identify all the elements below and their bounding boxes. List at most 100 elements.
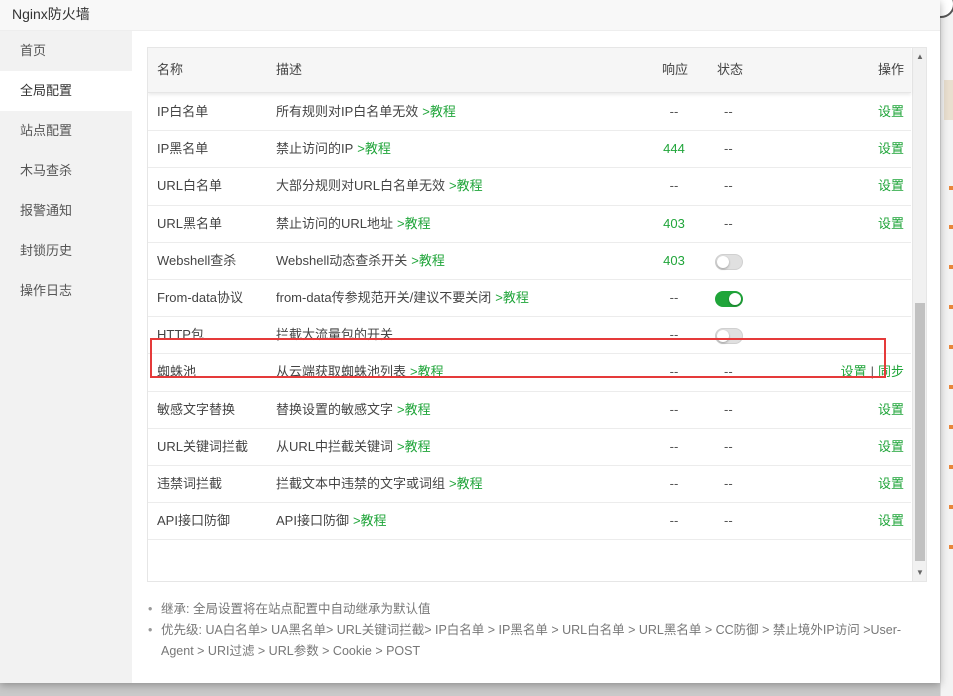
rule-description: 从URL中拦截关键词 >教程 (276, 429, 431, 465)
rule-description-text: API接口防御 (276, 513, 349, 529)
sidebar-item[interactable]: 封锁历史 (0, 231, 132, 271)
tutorial-link[interactable]: >教程 (449, 476, 483, 491)
sidebar-item[interactable]: 全局配置 (0, 71, 132, 111)
dialog-titlebar: Nginx防火墙 (0, 0, 940, 31)
table-row: 违禁词拦截 拦截文本中违禁的文字或词组 >教程 -- -- 设置 (148, 466, 911, 504)
rule-description: from-data传参规范开关/建议不要关闭 >教程 (276, 280, 529, 316)
sidebar-item[interactable]: 报警通知 (0, 191, 132, 231)
scrollbar-thumb[interactable] (915, 303, 925, 561)
settings-link[interactable]: 设置 (878, 513, 904, 528)
response-code: -- (669, 327, 679, 343)
rule-description-text: 拦截文本中违禁的文字或词组 (276, 475, 446, 491)
actions-cell: 设置 (878, 94, 904, 130)
table-row: URL白名单 大部分规则对URL白名单无效 >教程 -- -- 设置 (148, 168, 911, 206)
table-row: URL黑名单 禁止访问的URL地址 >教程 403 -- 设置 (148, 206, 911, 243)
tutorial-link[interactable]: >教程 (410, 364, 444, 379)
rule-description-text: 从URL中拦截关键词 (276, 438, 394, 454)
actions-cell: 设置 | 同步 (841, 354, 904, 390)
settings-link[interactable]: 设置 (878, 476, 904, 491)
header-actions: 操作 (877, 62, 904, 77)
table-scrollbar[interactable]: ▲ ▼ (912, 48, 926, 581)
note-item: 优先级: UA白名单> UA黑名单> URL关键词拦截> IP白名单 > IP黑… (147, 620, 927, 662)
tutorial-link[interactable]: >教程 (397, 216, 431, 231)
notes-section: 继承: 全局设置将在站点配置中自动继承为默认值优先级: UA白名单> UA黑名单… (147, 599, 927, 662)
status-toggle[interactable] (715, 253, 743, 270)
rule-name: 违禁词拦截 (157, 475, 223, 491)
header-status: 状态 (717, 62, 744, 77)
response-code: -- (669, 438, 679, 454)
table-row: API接口防御 API接口防御 >教程 -- -- 设置 (148, 503, 911, 541)
background-marker (949, 465, 953, 469)
rule-description-text: from-data传参规范开关/建议不要关闭 (276, 289, 492, 305)
settings-link[interactable]: 设置 (878, 216, 904, 231)
table-header: 名称 描述 响应 状态 操作 (148, 48, 911, 93)
triangle-down-icon[interactable]: ▼ (916, 568, 924, 577)
settings-link[interactable]: 设置 (878, 402, 904, 417)
rule-description-text: 从云端获取蜘蛛池列表 (276, 364, 407, 380)
rule-name: 敏感文字替换 (157, 401, 236, 417)
sync-link[interactable]: 同步 (878, 364, 904, 379)
rule-description-text: Webshell动态查杀开关 (276, 252, 408, 268)
status-toggle[interactable] (715, 328, 743, 345)
table-row: From-data协议 from-data传参规范开关/建议不要关闭 >教程 -- (148, 280, 911, 318)
sidebar-item[interactable]: 站点配置 (0, 111, 132, 151)
status-toggle[interactable] (715, 290, 743, 307)
settings-link[interactable]: 设置 (878, 141, 904, 156)
status-text: -- (724, 178, 733, 194)
status-text: -- (724, 141, 733, 157)
tutorial-link[interactable]: >教程 (495, 290, 529, 305)
settings-link[interactable]: 设置 (878, 178, 904, 193)
response-code: 403 (663, 252, 685, 268)
rule-description: 大部分规则对URL白名单无效 >教程 (276, 168, 483, 204)
note-item: 继承: 全局设置将在站点配置中自动继承为默认值 (147, 599, 927, 620)
response-code: 444 (663, 141, 685, 157)
background-marker (949, 225, 953, 229)
background-marker (949, 385, 953, 389)
table-row: IP黑名单 禁止访问的IP >教程 444 -- 设置 (148, 131, 911, 169)
response-code: 403 (663, 215, 685, 231)
tutorial-link[interactable]: >教程 (397, 439, 431, 454)
tutorial-link[interactable]: >教程 (449, 178, 483, 193)
status-text: -- (724, 513, 733, 529)
actions-cell: 设置 (878, 168, 904, 204)
tutorial-link[interactable]: >教程 (357, 141, 391, 156)
main-panel: 名称 描述 响应 状态 操作 IP白名单 所有规则对IP白名单无效 >教程 -- -- 设… (132, 31, 940, 683)
rule-name: API接口防御 (157, 513, 230, 529)
tutorial-link[interactable]: >教程 (397, 402, 431, 417)
header-response: 响应 (662, 62, 689, 77)
dialog-title: Nginx防火墙 (12, 6, 90, 22)
settings-link[interactable]: 设置 (878, 104, 904, 119)
rule-name: IP黑名单 (157, 141, 209, 157)
rule-description-text: 禁止访问的URL地址 (276, 215, 394, 231)
action-separator: | (870, 364, 874, 380)
status-text: -- (724, 364, 733, 380)
rule-description: 替换设置的敏感文字 >教程 (276, 392, 431, 428)
background-marker (949, 505, 953, 509)
toggle-knob (717, 330, 729, 343)
toggle-knob (729, 292, 741, 305)
tutorial-link[interactable]: >教程 (411, 253, 445, 268)
rule-description-text: 拦截大流量包的开关 (276, 327, 394, 343)
actions-cell: 设置 (878, 429, 904, 465)
rule-description-text: 大部分规则对URL白名单无效 (276, 178, 446, 194)
table-body: IP白名单 所有规则对IP白名单无效 >教程 -- -- 设置 IP黑名单 禁止访问的IP >教… (148, 94, 911, 541)
settings-link[interactable]: 设置 (841, 364, 867, 379)
table-row: 敏感文字替换 替换设置的敏感文字 >教程 -- -- 设置 (148, 392, 911, 429)
tutorial-link[interactable]: >教程 (422, 104, 456, 119)
sidebar-item[interactable]: 首页 (0, 31, 132, 71)
table-row: URL关键词拦截 从URL中拦截关键词 >教程 -- -- 设置 (148, 429, 911, 466)
sidebar-item[interactable]: 操作日志 (0, 271, 132, 311)
response-code: -- (669, 289, 679, 305)
background-marker (949, 425, 953, 429)
table-row: IP白名单 所有规则对IP白名单无效 >教程 -- -- 设置 (148, 94, 911, 132)
rule-description: 拦截文本中违禁的文字或词组 >教程 (276, 466, 483, 502)
tutorial-link[interactable]: >教程 (353, 513, 387, 528)
sidebar-item[interactable]: 木马查杀 (0, 151, 132, 191)
settings-link[interactable]: 设置 (878, 439, 904, 454)
actions-cell: 设置 (878, 392, 904, 428)
triangle-up-icon[interactable]: ▲ (916, 52, 924, 61)
response-code: -- (669, 513, 679, 529)
table-row: 蜘蛛池 从云端获取蜘蛛池列表 >教程 -- -- 设置 | 同步 (148, 354, 911, 392)
actions-cell: 设置 (878, 206, 904, 242)
rules-table: 名称 描述 响应 状态 操作 IP白名单 所有规则对IP白名单无效 >教程 -- -- 设… (147, 47, 927, 582)
